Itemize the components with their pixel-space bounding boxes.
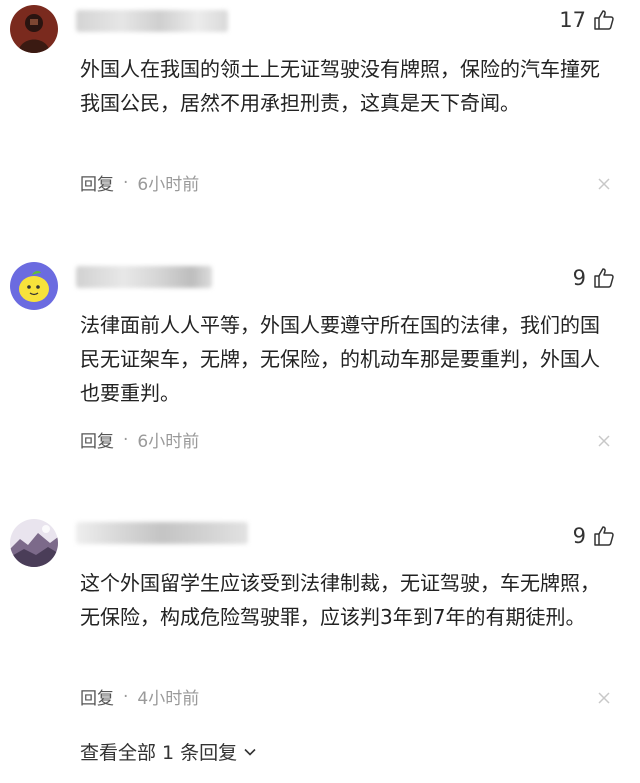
like-control[interactable]: 9 <box>573 524 616 548</box>
reply-button[interactable]: 回复 <box>80 427 114 452</box>
like-control[interactable]: 17 <box>559 8 616 32</box>
user-avatar[interactable] <box>10 5 58 53</box>
close-icon[interactable] <box>598 178 610 190</box>
user-avatar[interactable] <box>10 262 58 310</box>
username-blurred[interactable] <box>76 10 228 32</box>
meta-separator: · <box>123 429 129 450</box>
comment-meta: 回复 · 6小时前 <box>80 170 200 196</box>
view-all-replies-link[interactable]: 查看全部 1 条回复 <box>80 738 257 765</box>
close-icon[interactable] <box>598 692 610 704</box>
comment-text: 法律面前人人平等，外国人要遵守所在国的法律，我们的国民无证架车，无牌，无保险，的… <box>80 313 600 405</box>
like-count: 9 <box>572 524 586 548</box>
meta-separator: · <box>123 172 129 193</box>
thumbs-up-icon[interactable] <box>592 266 616 290</box>
close-icon[interactable] <box>598 435 610 447</box>
chevron-down-icon <box>244 748 256 756</box>
view-replies-label: 查看全部 1 条回复 <box>80 742 238 764</box>
like-count: 9 <box>572 266 586 290</box>
comment-meta: 回复 · 4小时前 <box>80 684 200 710</box>
like-control[interactable]: 9 <box>573 266 616 290</box>
user-avatar[interactable] <box>10 519 58 567</box>
reply-button[interactable]: 回复 <box>80 684 114 709</box>
comment-meta: 回复 · 6小时前 <box>80 427 200 453</box>
comment-time: 6小时前 <box>137 175 200 195</box>
like-count: 17 <box>559 8 586 32</box>
comment-time: 4小时前 <box>137 689 200 709</box>
username-blurred[interactable] <box>76 522 248 544</box>
comment-text: 这个外国留学生应该受到法律制裁，无证驾驶，车无牌照，无保险，构成危险驾驶罪，应该… <box>80 571 600 629</box>
meta-separator: · <box>123 686 129 707</box>
reply-button[interactable]: 回复 <box>80 170 114 195</box>
username-blurred[interactable] <box>76 266 212 288</box>
thumbs-up-icon[interactable] <box>592 8 616 32</box>
comment-text: 外国人在我国的领土上无证驾驶没有牌照，保险的汽车撞死我国公民，居然不用承担刑责，… <box>80 57 600 115</box>
thumbs-up-icon[interactable] <box>592 524 616 548</box>
comment-time: 6小时前 <box>137 432 200 452</box>
